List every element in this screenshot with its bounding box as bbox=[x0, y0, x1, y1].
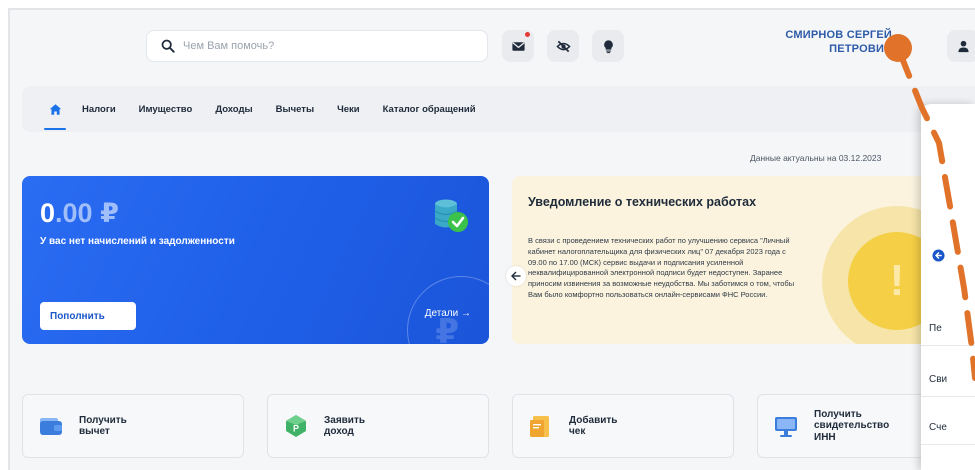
nav-item-receipts[interactable]: Чеки bbox=[337, 104, 360, 115]
notice-title: Уведомление о технических работах bbox=[528, 195, 757, 209]
wallet-icon bbox=[40, 418, 62, 435]
nav-item-taxes[interactable]: Налоги bbox=[82, 104, 116, 115]
tile-label-line3: ИНН bbox=[814, 431, 836, 443]
search-input[interactable] bbox=[183, 40, 463, 52]
nav-home[interactable] bbox=[44, 86, 66, 132]
user-name-line1: СМИРНОВ СЕРГЕЙ bbox=[785, 29, 892, 41]
search-box[interactable] bbox=[146, 30, 488, 62]
tile-label-line2: вычет bbox=[79, 426, 110, 437]
svg-text:P: P bbox=[293, 424, 299, 434]
amount-integer: 0 bbox=[40, 198, 56, 228]
tile-label-line2: чек bbox=[569, 426, 586, 437]
user-name-line2: ПЕТРОВИЧ bbox=[829, 43, 892, 55]
visibility-toggle-button[interactable] bbox=[547, 30, 579, 62]
tile-label: Заявить доход bbox=[324, 415, 365, 438]
tile-label: Добавить чек bbox=[569, 415, 617, 438]
notice-text: В связи с проведением технических работ … bbox=[528, 236, 795, 299]
tile-label-line1: Получить bbox=[79, 414, 127, 426]
header: СМИРНОВ СЕРГЕЙ ПЕТРОВИЧ bbox=[10, 10, 975, 80]
database-check-icon bbox=[434, 199, 468, 232]
balance-status: У вас нет начислений и задолженности bbox=[40, 236, 235, 247]
nav-item-requests-catalog[interactable]: Каталог обращений bbox=[383, 104, 476, 115]
tips-button[interactable] bbox=[592, 30, 624, 62]
notification-dot bbox=[525, 32, 530, 37]
carousel-prev-button[interactable] bbox=[506, 266, 526, 286]
tile-label-line1: Добавить bbox=[569, 414, 618, 426]
main-nav: Налоги Имущество Доходы Вычеты Чеки Ката… bbox=[22, 86, 975, 132]
balance-card: ₽ 0.00 ₽ У вас нет начислений и задолжен… bbox=[22, 176, 489, 344]
receipt-icon bbox=[530, 416, 549, 437]
nav-item-income[interactable]: Доходы bbox=[215, 104, 252, 115]
tile-label: Получить свидетельство ИНН bbox=[814, 409, 889, 444]
eye-off-icon bbox=[555, 40, 571, 52]
annotation-dashed-line bbox=[895, 48, 975, 381]
app-frame: СМИРНОВ СЕРГЕЙ ПЕТРОВИЧ Налоги Имущество… bbox=[8, 8, 975, 470]
currency-sign: ₽ bbox=[100, 198, 119, 228]
tile-label-line2: свидетельство bbox=[814, 420, 890, 432]
data-actual-date: Данные актуальны на 03.12.2023 bbox=[750, 153, 882, 163]
tile-label-line2: доход bbox=[324, 426, 354, 437]
lightbulb-icon bbox=[603, 39, 613, 53]
balance-amount: 0.00 ₽ bbox=[40, 198, 119, 229]
tile-label-line1: Получить bbox=[814, 408, 862, 420]
tile-label-line1: Заявить bbox=[324, 414, 366, 426]
nav-item-deductions[interactable]: Вычеты bbox=[276, 104, 314, 115]
tile-get-deduction[interactable]: Получить вычет bbox=[22, 394, 244, 458]
arrow-left-icon bbox=[511, 271, 521, 281]
monitor-icon bbox=[775, 417, 797, 437]
amount-fraction: .00 bbox=[55, 198, 93, 228]
home-icon bbox=[49, 103, 61, 115]
user-name[interactable]: СМИРНОВ СЕРГЕЙ ПЕТРОВИЧ bbox=[722, 28, 892, 56]
mail-button[interactable] bbox=[502, 30, 534, 62]
topup-button[interactable]: Пополнить bbox=[40, 302, 136, 330]
tile-add-receipt[interactable]: Добавить чек bbox=[512, 394, 734, 458]
details-link[interactable]: Детали → bbox=[425, 308, 471, 319]
tile-label: Получить вычет bbox=[79, 415, 127, 438]
nav-item-property[interactable]: Имущество bbox=[139, 104, 193, 115]
tile-declare-income[interactable]: P Заявить доход bbox=[267, 394, 489, 458]
mail-icon bbox=[511, 41, 525, 51]
coin-icon: P bbox=[286, 415, 306, 437]
search-icon bbox=[161, 39, 175, 53]
